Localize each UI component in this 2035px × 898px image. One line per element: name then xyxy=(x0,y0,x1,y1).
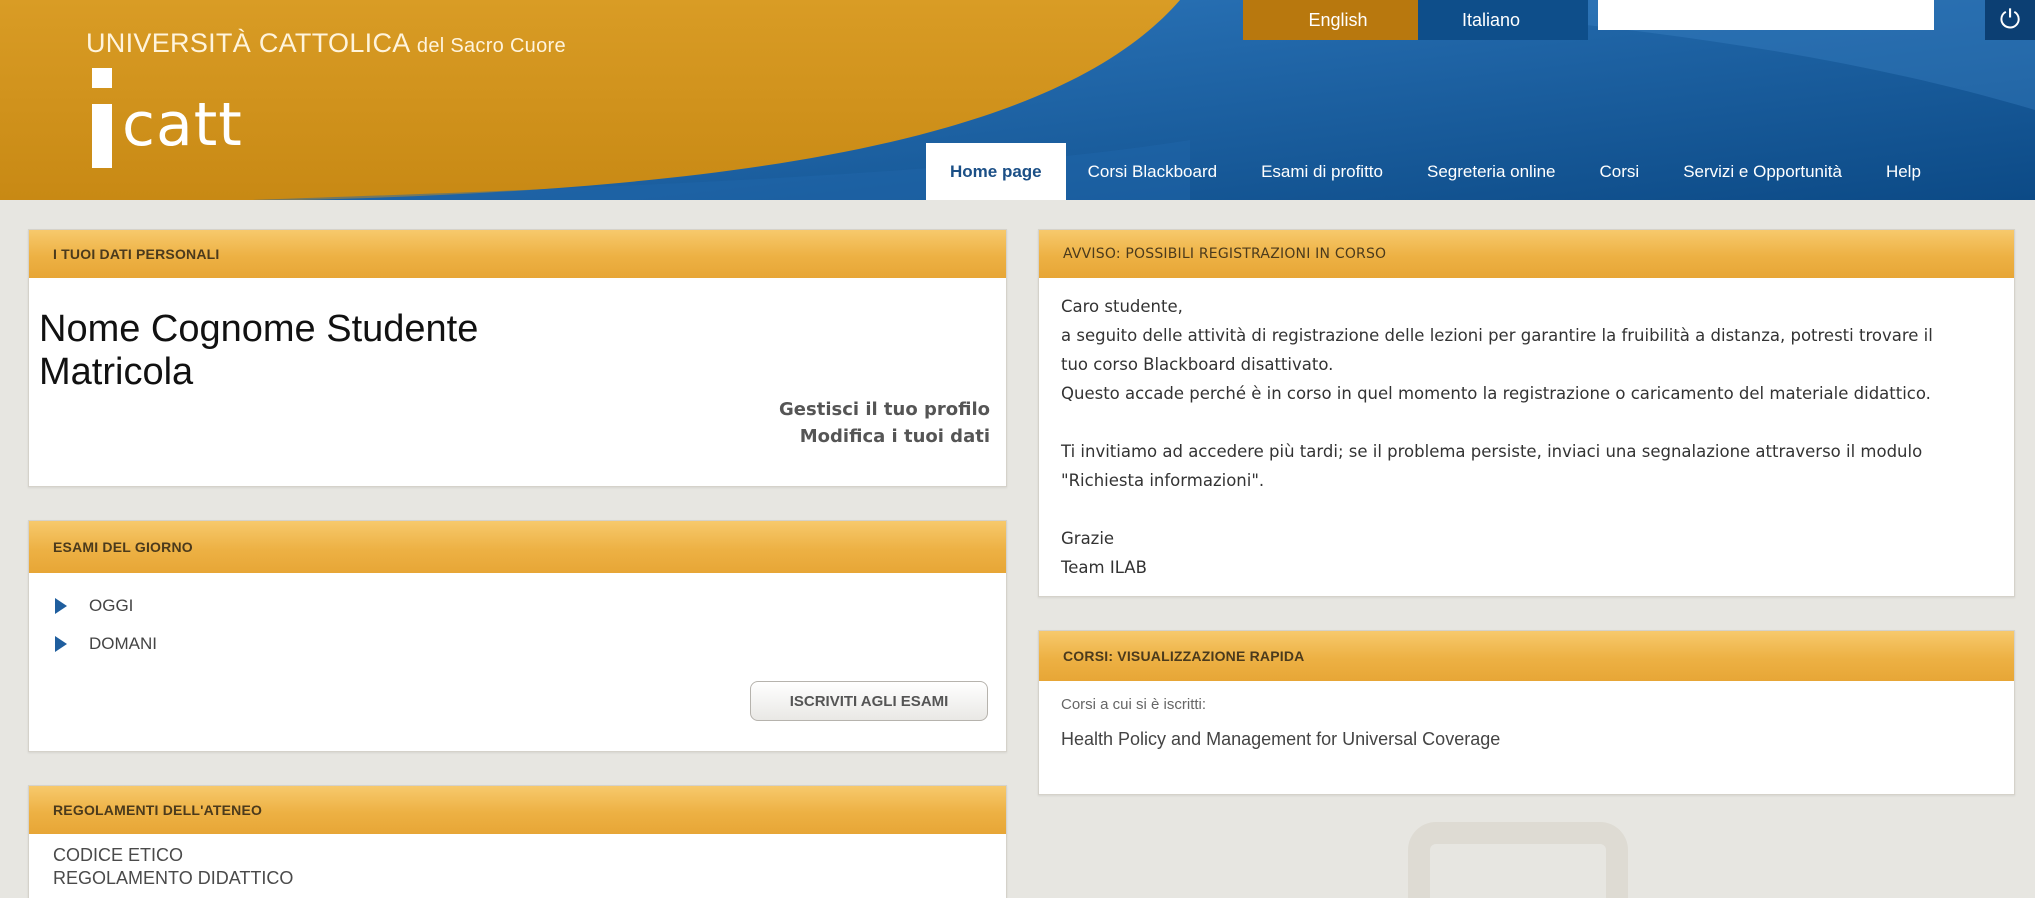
nav-corsi-blackboard[interactable]: Corsi Blackboard xyxy=(1066,143,1239,200)
panel-title: ESAMI DEL GIORNO xyxy=(29,521,1006,573)
nav-corsi[interactable]: Corsi xyxy=(1578,143,1662,200)
icatt-logo[interactable]: catt xyxy=(90,68,270,176)
search-input[interactable] xyxy=(1598,0,1934,30)
teaching-regulation-link[interactable]: REGOLAMENTO DIDATTICO xyxy=(53,867,982,890)
triangle-right-icon xyxy=(55,636,67,652)
notice-greeting: Caro studente, xyxy=(1061,297,1183,316)
student-info: Nome Cognome Studente Matricola xyxy=(39,308,478,393)
courses-body: Corsi a cui si è iscritti: Health Policy… xyxy=(1039,681,2014,750)
edit-data-link[interactable]: Modifica i tuoi dati xyxy=(779,423,990,450)
exam-today-label: OGGI xyxy=(89,596,134,615)
logo-text: catt xyxy=(122,90,243,160)
panel-title: CORSI: VISUALIZZAZIONE RAPIDA xyxy=(1039,631,2014,681)
notice-panel: AVVISO: POSSIBILI REGISTRAZIONI IN CORSO… xyxy=(1038,229,2015,597)
student-name: Nome Cognome Studente xyxy=(39,308,479,350)
list-item[interactable]: DOMANI xyxy=(53,625,982,663)
power-icon: ⏻ xyxy=(1999,4,2021,34)
notice-text: Caro studente, a seguito delle attività … xyxy=(1039,278,2014,582)
university-suffix: del Sacro Cuore xyxy=(416,35,566,57)
notice-signature: Team ILAB xyxy=(1061,558,1147,577)
regulations-panel: REGOLAMENTI DELL'ATENEO CODICE ETICO REG… xyxy=(28,785,1007,898)
logout-button[interactable]: ⏻ xyxy=(1985,0,2035,40)
courses-panel: CORSI: VISUALIZZAZIONE RAPIDA Corsi a cu… xyxy=(1038,630,2015,795)
logo-i-stem xyxy=(92,104,112,168)
student-matricola: Matricola xyxy=(39,350,194,393)
nav-esami-profitto[interactable]: Esami di profitto xyxy=(1239,143,1405,200)
panel-title: I TUOI DATI PERSONALI xyxy=(29,230,1006,278)
nav-home[interactable]: Home page xyxy=(926,143,1066,200)
panel-title: AVVISO: POSSIBILI REGISTRAZIONI IN CORSO xyxy=(1039,230,2014,278)
notice-line: Ti invitiamo ad accedere più tardi; se i… xyxy=(1061,442,1923,461)
lang-italian-tab[interactable]: Italiano xyxy=(1418,0,1588,40)
notice-line: tuo corso Blackboard disattivato. xyxy=(1061,355,1334,374)
background-watermark xyxy=(1408,822,1628,898)
notice-line: a seguito delle attività di registrazion… xyxy=(1061,326,1933,345)
exams-panel: ESAMI DEL GIORNO OGGI DOMANI ISCRIVITI A… xyxy=(28,520,1007,752)
course-link[interactable]: Health Policy and Management for Univers… xyxy=(1061,729,1992,750)
courses-label: Corsi a cui si è iscritti: xyxy=(1061,696,1207,713)
code-of-ethics-link[interactable]: CODICE ETICO xyxy=(53,844,982,867)
triangle-right-icon xyxy=(55,598,67,614)
logo-i-dot xyxy=(92,68,112,88)
nav-segreteria-online[interactable]: Segreteria online xyxy=(1405,143,1578,200)
manage-profile-link[interactable]: Gestisci il tuo profilo xyxy=(779,396,990,423)
nav-help[interactable]: Help xyxy=(1864,143,1943,200)
notice-line: Questo accade perché è in corso in quel … xyxy=(1061,384,1931,403)
enroll-exams-button[interactable]: ISCRIVITI AGLI ESAMI xyxy=(750,681,988,721)
nav-servizi[interactable]: Servizi e Opportunità xyxy=(1661,143,1864,200)
regulation-links: CODICE ETICO REGOLAMENTO DIDATTICO xyxy=(29,834,1006,889)
exam-tomorrow-label: DOMANI xyxy=(89,634,157,653)
profile-links: Gestisci il tuo profilo Modifica i tuoi … xyxy=(779,396,990,450)
personal-data-panel: I TUOI DATI PERSONALI Nome Cognome Stude… xyxy=(28,229,1007,487)
notice-thanks: Grazie xyxy=(1061,529,1115,548)
site-header: UNIVERSITÀ CATTOLICA del Sacro Cuore cat… xyxy=(0,0,2035,200)
main-nav: Home page Corsi Blackboard Esami di prof… xyxy=(926,143,1943,200)
university-title: UNIVERSITÀ CATTOLICA xyxy=(86,28,410,58)
lang-english-tab[interactable]: English xyxy=(1243,0,1433,40)
exam-list: OGGI DOMANI xyxy=(53,573,982,663)
university-name: UNIVERSITÀ CATTOLICA del Sacro Cuore xyxy=(86,28,566,59)
notice-line: "Richiesta informazioni". xyxy=(1061,471,1265,490)
list-item[interactable]: OGGI xyxy=(53,587,982,625)
panel-title: REGOLAMENTI DELL'ATENEO xyxy=(29,786,1006,834)
